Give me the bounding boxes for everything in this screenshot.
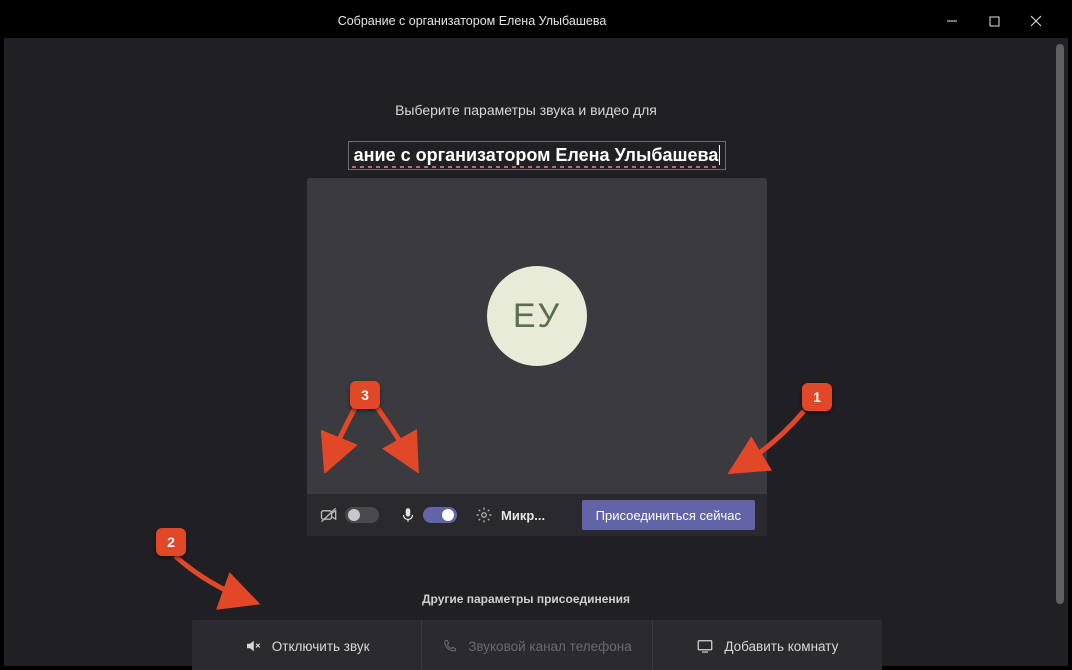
speaker-mute-icon <box>244 637 262 655</box>
scrollbar-thumb[interactable] <box>1056 44 1064 604</box>
option-label: Отключить звук <box>272 639 370 654</box>
device-label[interactable]: Микр... <box>501 508 545 523</box>
option-label: Добавить комнату <box>724 639 838 654</box>
other-join-heading: Другие параметры присоединения <box>4 592 1048 606</box>
choose-settings-heading: Выберите параметры звука и видео для <box>4 102 1048 118</box>
video-preview-panel: ЕУ <box>307 178 767 494</box>
window-controls <box>940 9 1068 33</box>
screen-share-icon <box>696 637 714 655</box>
titlebar: Собрание с организатором Елена Улыбашева <box>4 4 1068 38</box>
phone-audio-option: Звуковой канал телефона <box>422 620 651 670</box>
av-controls-bar: Микр... Присоединиться сейчас <box>307 494 767 536</box>
window-title: Собрание с организатором Елена Улыбашева <box>4 14 940 28</box>
app-frame: Собрание с организатором Елена Улыбашева… <box>0 0 1072 670</box>
other-join-options: Отключить звук Звуковой канал телефона <box>192 620 882 670</box>
phone-icon <box>442 638 458 654</box>
gear-icon[interactable] <box>475 506 493 524</box>
camera-off-icon <box>319 505 339 525</box>
app-window: Собрание с организатором Елена Улыбашева… <box>4 4 1068 666</box>
avatar: ЕУ <box>487 266 587 366</box>
close-button[interactable] <box>1024 9 1048 33</box>
scrollbar-track[interactable] <box>1056 44 1064 670</box>
avatar-initials: ЕУ <box>513 297 561 336</box>
annotation-badge-2: 2 <box>156 528 186 556</box>
microphone-toggle[interactable] <box>423 507 457 523</box>
annotation-badge-1: 1 <box>802 383 832 411</box>
join-now-button[interactable]: Присоединиться сейчас <box>582 500 755 530</box>
annotation-badge-3: 3 <box>350 381 380 409</box>
option-label: Звуковой канал телефона <box>468 639 632 654</box>
add-room-option[interactable]: Добавить комнату <box>653 620 882 670</box>
content-area: Выберите параметры звука и видео для ани… <box>4 38 1068 666</box>
microphone-icon <box>399 506 417 524</box>
camera-toggle[interactable] <box>345 507 379 523</box>
meeting-name-text: ание с организатором Елена Улыбашева <box>354 145 721 165</box>
mute-audio-option[interactable]: Отключить звук <box>192 620 421 670</box>
minimize-button[interactable] <box>940 9 964 33</box>
maximize-button[interactable] <box>982 9 1006 33</box>
meeting-name-field[interactable]: ание с организатором Елена Улыбашева <box>337 136 737 174</box>
